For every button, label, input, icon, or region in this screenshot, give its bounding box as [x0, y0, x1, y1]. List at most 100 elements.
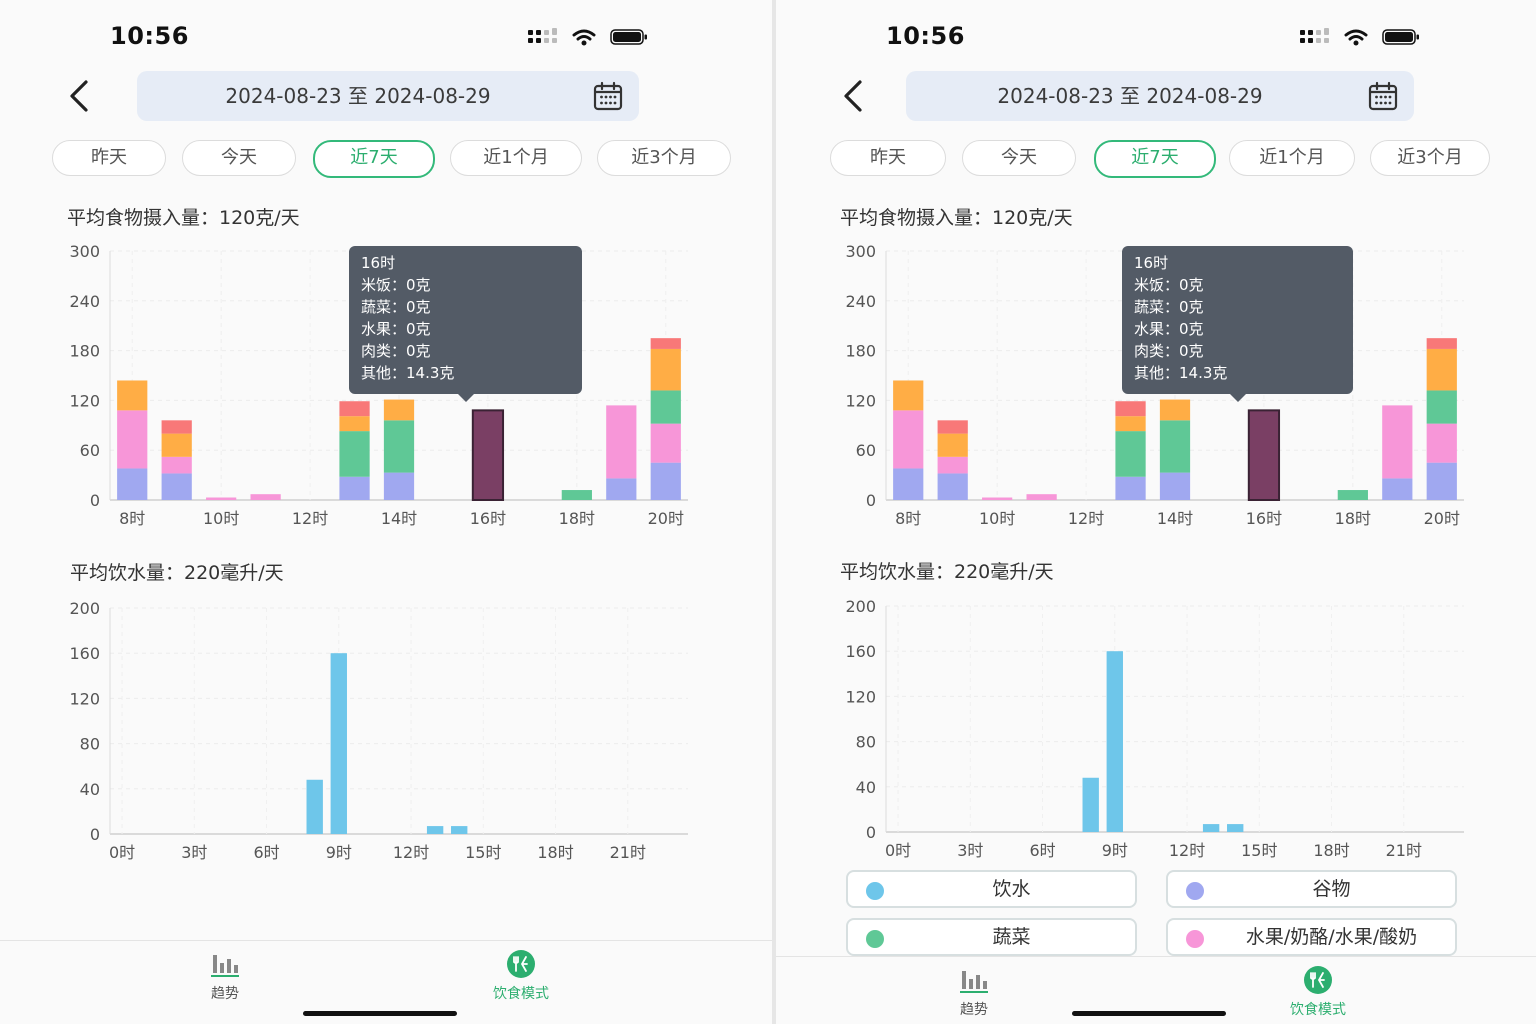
tab-7-days[interactable]: 近7天 [313, 140, 435, 178]
x-tick-label: 10时 [979, 509, 1015, 528]
y-tick-label: 40 [856, 778, 876, 797]
bar [1247, 409, 1281, 501]
nav-trend-label: 趋势 [211, 986, 239, 1002]
water-intake-chart[interactable]: 0 40 80 120 160 200 0时 3时 6时 9时 12时 15时 18时 21时 [836, 592, 1476, 864]
legend-item-grain[interactable]: 谷物 [1166, 870, 1457, 908]
y-tick-label: 180 [69, 342, 100, 361]
legend-item-water[interactable]: 饮水 [846, 870, 1137, 908]
bar [937, 473, 968, 500]
nav-trend[interactable]: 趋势 [165, 949, 285, 1003]
bar [426, 826, 444, 834]
tab-1-month[interactable]: 近1个月 [450, 140, 582, 176]
date-range-text: 2024-08-23 至 2024-08-29 [997, 84, 1263, 108]
tab-3-months[interactable]: 近3个月 [597, 140, 731, 176]
nav-diet-mode-label: 饮食模式 [1290, 1002, 1346, 1018]
phone-screen-left: 10:56 2024-08-23 至 2024-08-29 昨天 今天 近7天 … [0, 0, 772, 1024]
bar [1337, 490, 1368, 500]
bottom-nav: 趋势 饮食模式 [776, 956, 1536, 1024]
back-arrow-icon[interactable] [838, 78, 872, 114]
bar [893, 468, 924, 500]
calendar-icon[interactable] [593, 81, 623, 111]
bar [1115, 401, 1146, 417]
bar [650, 423, 681, 463]
status-bar: 10:56 [776, 22, 1536, 54]
signal-icon [1300, 28, 1329, 43]
bar [1159, 472, 1191, 500]
bar [1426, 390, 1457, 424]
date-range-picker[interactable]: 2024-08-23 至 2024-08-29 [906, 71, 1414, 121]
tooltip-row: 水果：0克 [1134, 320, 1204, 338]
y-tick-label: 160 [845, 642, 876, 661]
x-tick-label: 12时 [1169, 841, 1205, 860]
nav-trend-label: 趋势 [960, 1002, 988, 1018]
nav-diet-mode[interactable]: 饮食模式 [461, 949, 581, 1003]
x-tick-label: 12时 [292, 509, 328, 528]
battery-icon [1382, 29, 1419, 45]
y-tick-label: 240 [845, 292, 876, 311]
y-tick-label: 160 [69, 644, 100, 663]
x-tick-label: 14时 [1157, 509, 1193, 528]
tab-7-days[interactable]: 近7天 [1094, 140, 1216, 178]
battery-icon [610, 29, 647, 45]
nav-diet-mode[interactable]: 饮食模式 [1258, 965, 1378, 1019]
y-tick-label: 0 [866, 823, 876, 842]
tab-yesterday[interactable]: 昨天 [52, 140, 166, 176]
y-tick-label: 60 [856, 441, 876, 460]
bar [161, 456, 192, 474]
water-intake-title: 平均饮水量：220毫升/天 [70, 562, 284, 584]
wifi-icon [1344, 29, 1368, 46]
bar [650, 462, 681, 500]
x-tick-label: 16时 [470, 509, 506, 528]
food-intake-title: 平均食物摄入量：120克/天 [67, 207, 300, 229]
tooltip-title: 16时 [361, 254, 396, 272]
y-tick-label: 40 [80, 780, 100, 799]
bar [161, 433, 192, 457]
x-tick-label: 8时 [119, 509, 145, 528]
y-tick-label: 0 [90, 491, 100, 510]
bar [1426, 462, 1457, 500]
x-tick-label: 3时 [181, 843, 207, 862]
tooltip-row: 肉类：0克 [361, 342, 431, 360]
bar [1159, 399, 1191, 421]
bar [117, 410, 148, 469]
tab-today[interactable]: 今天 [962, 140, 1076, 176]
bar [1106, 651, 1123, 832]
chart-tooltip: 16时 米饭：0克 蔬菜：0克 水果：0克 肉类：0克 其他：14.3克 [1122, 246, 1353, 402]
bar [1426, 423, 1457, 463]
tab-1-month[interactable]: 近1个月 [1229, 140, 1355, 176]
bar [937, 420, 968, 434]
wifi-icon [572, 29, 596, 46]
legend-item-vegetable[interactable]: 蔬菜 [846, 918, 1137, 956]
legend-label: 谷物 [1312, 878, 1351, 900]
calendar-icon[interactable] [1368, 81, 1398, 111]
bar [937, 433, 968, 457]
y-tick-label: 120 [845, 687, 876, 706]
bar [161, 420, 192, 434]
bar [893, 410, 924, 469]
tab-3-months[interactable]: 近3个月 [1370, 140, 1490, 176]
x-tick-label: 18时 [559, 509, 595, 528]
y-tick-label: 240 [69, 292, 100, 311]
tooltip-title: 16时 [1134, 254, 1169, 272]
legend-item-fruit[interactable]: 水果/奶酪/水果/酸奶 [1166, 918, 1457, 956]
bar [117, 468, 148, 500]
date-range-picker[interactable]: 2024-08-23 至 2024-08-29 [137, 71, 639, 121]
water-intake-chart[interactable]: 0 40 80 120 160 200 0时 3时 6时 9时 12时 15时 18时 21时 [60, 594, 700, 874]
legend-label: 蔬菜 [992, 926, 1031, 948]
y-tick-label: 200 [69, 599, 100, 618]
bar [161, 473, 192, 500]
tab-yesterday[interactable]: 昨天 [830, 140, 946, 176]
bar [330, 653, 347, 834]
back-arrow-icon[interactable] [64, 78, 98, 114]
x-tick-label: 8时 [895, 509, 921, 528]
x-tick-label: 21时 [1386, 841, 1422, 860]
tab-today[interactable]: 今天 [182, 140, 296, 176]
x-tick-label: 0时 [109, 843, 135, 862]
bar [982, 497, 1013, 500]
phone-screen-right: 10:56 2024-08-23 至 2024-08-29 昨天 今天 近7天 … [776, 0, 1536, 1024]
bar [383, 420, 415, 473]
x-tick-label: 12时 [1068, 509, 1104, 528]
bar-chart-icon [960, 971, 988, 993]
nav-trend[interactable]: 趋势 [914, 965, 1034, 1019]
legend-dot [1186, 930, 1204, 948]
